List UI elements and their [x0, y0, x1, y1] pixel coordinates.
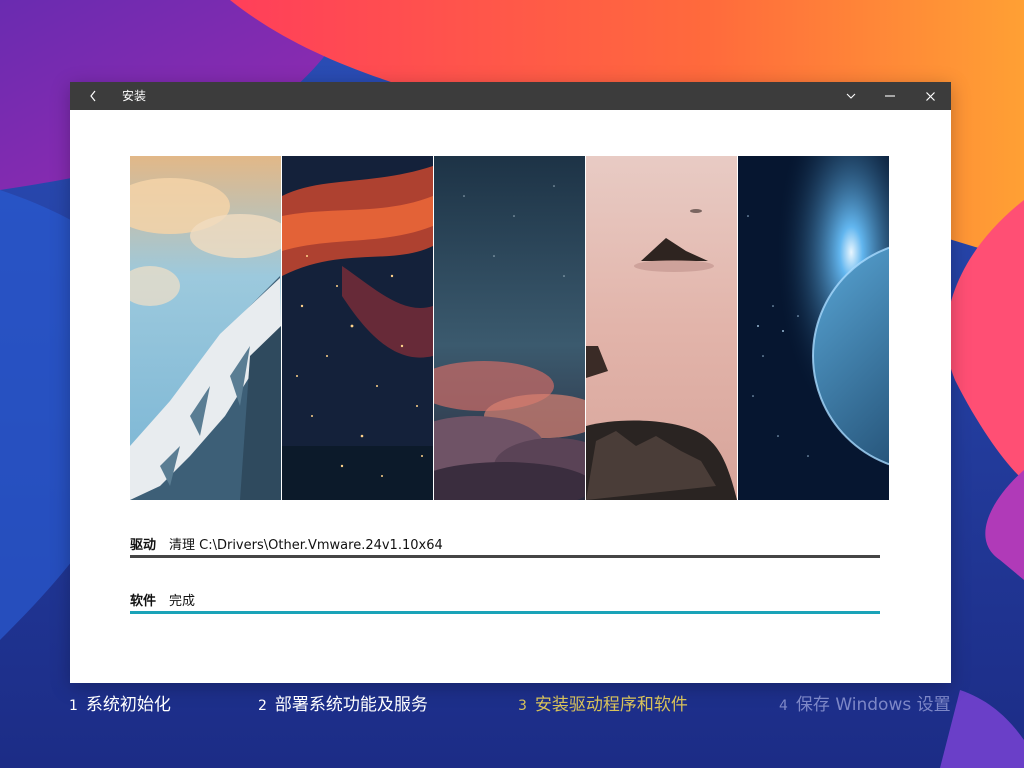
window-title: 安装	[122, 89, 147, 103]
chevron-left-icon	[90, 90, 96, 102]
title-bar: 安装	[70, 82, 951, 110]
step-deploy-features: 2 部署系统功能及服务	[258, 690, 428, 715]
gallery-panel-snowy-mountain	[130, 156, 281, 500]
menu-button[interactable]	[833, 82, 869, 110]
step-number: 3	[518, 698, 527, 714]
wallpaper-gallery	[130, 156, 889, 500]
software-status: 完成	[169, 594, 196, 609]
desktop: 安装 驱动 清理 C:\Drivers\Other.Vmware.24v1.10…	[0, 0, 1024, 768]
driver-progress-bar	[130, 555, 880, 558]
back-button[interactable]	[82, 82, 104, 110]
gallery-panel-nebula	[282, 156, 433, 500]
close-icon	[925, 91, 935, 101]
planet-image	[738, 156, 889, 500]
gallery-panel-misty-lake	[586, 156, 737, 500]
lake-image	[586, 156, 737, 500]
driver-status: 清理 C:\Drivers\Other.Vmware.24v1.10x64	[169, 538, 443, 553]
close-button[interactable]	[912, 82, 948, 110]
step-number: 4	[779, 698, 788, 714]
step-system-init: 1 系统初始化	[69, 690, 171, 715]
install-steps: 1 系统初始化 2 部署系统功能及服务 3 安装驱动程序和软件 4 保存 Windows…	[0, 690, 1024, 718]
driver-label: 驱动	[130, 538, 157, 553]
gallery-panel-cloudy-sky	[434, 156, 585, 500]
step-label: 系统初始化	[85, 695, 171, 715]
step-label: 安装驱动程序和软件	[534, 695, 688, 715]
software-progress-bar	[130, 611, 880, 614]
step-number: 2	[258, 698, 267, 714]
step-save-settings: 4 保存 Windows 设置	[779, 690, 951, 715]
minimize-icon	[885, 95, 895, 97]
gallery-panel-planet	[738, 156, 889, 500]
step-label: 保存 Windows 设置	[795, 695, 951, 715]
step-label: 部署系统功能及服务	[274, 695, 428, 715]
step-install-drivers: 3 安装驱动程序和软件	[518, 690, 688, 715]
step-number: 1	[69, 698, 78, 714]
mountain-image	[130, 156, 281, 500]
minimize-button[interactable]	[872, 82, 908, 110]
chevron-down-icon	[846, 93, 856, 99]
software-progress-fill	[130, 611, 880, 614]
software-label: 软件	[130, 594, 157, 609]
nebula-image	[282, 156, 433, 500]
installer-window: 安装 驱动 清理 C:\Drivers\Other.Vmware.24v1.10…	[70, 82, 951, 683]
driver-progress-fill	[130, 555, 880, 558]
clouds-image	[434, 156, 585, 500]
